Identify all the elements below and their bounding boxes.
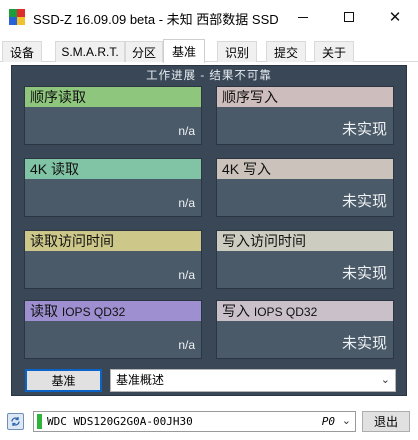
refresh-icon[interactable] xyxy=(7,413,24,430)
benchmark-caption: 工作进展 - 结果不可靠 xyxy=(146,70,272,82)
card-value: n/a xyxy=(178,196,195,210)
tab-identify[interactable]: 识别 xyxy=(217,41,257,62)
card-value: 未实现 xyxy=(341,121,387,138)
tab-about[interactable]: 关于 xyxy=(314,41,354,62)
card-value: 未实现 xyxy=(341,265,387,282)
chevron-down-icon: ⌄ xyxy=(380,374,390,386)
card-4k-write: 4K 写入 未实现 xyxy=(216,158,394,217)
close-icon: ✕ xyxy=(388,9,402,26)
card-title: 写入 IOPS QD32 xyxy=(217,301,393,321)
tab-device[interactable]: 设备 xyxy=(2,41,42,62)
card-read-iops: 读取 IOPS QD32 n/a xyxy=(24,300,202,359)
tab-strip: 设备 S.M.A.R.T. 分区 基准 识别 提交 关于 xyxy=(0,39,418,63)
exit-button[interactable]: 退出 xyxy=(362,411,410,432)
app-icon xyxy=(9,9,25,25)
card-write-access-time: 写入访问时间 未实现 xyxy=(216,230,394,289)
card-title: 4K 写入 xyxy=(217,159,393,179)
card-title-sub: IOPS QD32 xyxy=(61,305,126,319)
maximize-button[interactable] xyxy=(326,0,372,34)
tab-partitions[interactable]: 分区 xyxy=(125,41,163,62)
card-value: 未实现 xyxy=(341,335,387,352)
card-sequential-read: 顺序读取 n/a xyxy=(24,86,202,145)
card-read-access-time: 读取访问时间 n/a xyxy=(24,230,202,289)
card-sequential-write: 顺序写入 未实现 xyxy=(216,86,394,145)
card-value: n/a xyxy=(178,268,195,282)
card-value: n/a xyxy=(178,124,195,138)
close-button[interactable]: ✕ xyxy=(372,0,418,34)
minimize-icon xyxy=(298,16,308,18)
drive-status-indicator xyxy=(37,414,42,429)
card-title-main: 读取 xyxy=(30,303,58,319)
run-benchmark-button[interactable]: 基准 xyxy=(25,369,102,392)
tab-benchmark[interactable]: 基准 xyxy=(163,39,205,63)
tab-smart[interactable]: S.M.A.R.T. xyxy=(55,41,125,62)
tab-submit[interactable]: 提交 xyxy=(266,41,306,62)
maximize-icon xyxy=(344,12,354,22)
drive-port: P0 xyxy=(321,415,335,428)
card-title-main: 写入 xyxy=(222,303,250,319)
card-title-sub: IOPS QD32 xyxy=(253,305,318,319)
card-4k-read: 4K 读取 n/a xyxy=(24,158,202,217)
card-title: 顺序写入 xyxy=(217,87,393,107)
drive-select[interactable]: WDC WDS120G2G0A-00JH30 P0 ⌄ xyxy=(33,411,356,432)
card-value: 未实现 xyxy=(341,193,387,210)
card-title: 顺序读取 xyxy=(25,87,201,107)
card-value: n/a xyxy=(178,338,195,352)
drive-name: WDC WDS120G2G0A-00JH30 xyxy=(47,415,193,428)
benchmark-panel: 工作进展 - 结果不可靠 顺序读取 n/a 顺序写入 未实现 4K 读取 n/a… xyxy=(11,65,407,396)
card-title: 读取访问时间 xyxy=(25,231,201,251)
benchmark-mode-select[interactable]: 基准概述 ⌄ xyxy=(110,369,396,392)
title-bar: SSD-Z 16.09.09 beta - 未知 西部数据 SSD ✕ xyxy=(0,0,418,34)
card-title: 4K 读取 xyxy=(25,159,201,179)
card-title: 读取 IOPS QD32 xyxy=(25,301,201,321)
card-write-iops: 写入 IOPS QD32 未实现 xyxy=(216,300,394,359)
benchmark-mode-value: 基准概述 xyxy=(116,373,165,387)
minimize-button[interactable] xyxy=(280,0,326,34)
chevron-down-icon: ⌄ xyxy=(341,415,351,427)
card-title: 写入访问时间 xyxy=(217,231,393,251)
window-title: SSD-Z 16.09.09 beta - 未知 西部数据 SSD xyxy=(33,12,279,27)
